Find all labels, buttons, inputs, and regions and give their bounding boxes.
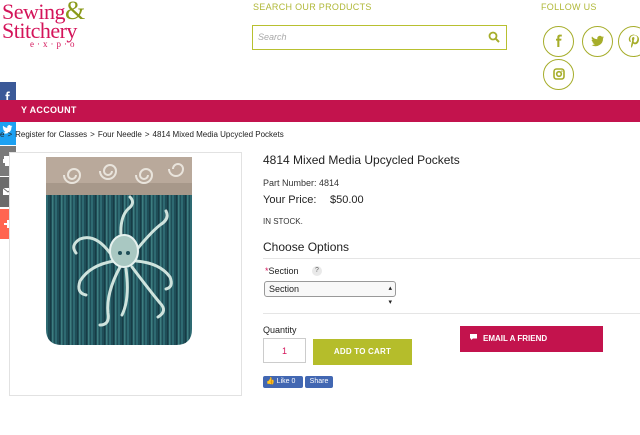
quantity-field — [263, 338, 306, 363]
breadcrumb: e > Register for Classes > Four Needle >4814 … — [0, 130, 284, 139]
facebook-like-label: Like 0 — [276, 378, 296, 385]
product-image[interactable] — [10, 153, 241, 395]
section-field-label: *Section — [265, 266, 299, 276]
search-input[interactable] — [253, 26, 478, 48]
price-label: Your Price: — [263, 194, 317, 206]
site-logo[interactable]: Sewing& Stitchery e·x·p·o — [2, 0, 112, 49]
breadcrumb-separator: > — [7, 130, 13, 139]
email-a-friend-button[interactable]: EMAIL A FRIEND — [460, 326, 603, 352]
stock-status: IN STOCK. — [263, 217, 303, 226]
divider — [263, 258, 640, 259]
facebook-icon[interactable] — [543, 26, 574, 57]
facebook-like-button[interactable]: 👍 Like 0 — [263, 376, 303, 388]
pinterest-icon[interactable] — [618, 26, 640, 57]
breadcrumb-separator: > — [90, 130, 95, 139]
divider — [263, 313, 640, 314]
quantity-input[interactable] — [264, 339, 305, 362]
breadcrumb-home[interactable]: e — [0, 130, 4, 139]
search-icon[interactable] — [488, 31, 500, 43]
help-icon[interactable]: ? — [312, 266, 322, 276]
facebook-share-button[interactable]: Share — [305, 376, 333, 388]
section-select-value: Section — [269, 284, 300, 294]
email-a-friend-label: EMAIL A FRIEND — [483, 334, 548, 343]
part-number: Part Number: 4814 — [263, 178, 340, 188]
logo-line-expo: e·x·p·o — [30, 39, 78, 49]
quantity-label: Quantity — [263, 325, 297, 335]
product-image-frame — [9, 152, 242, 396]
breadcrumb-register-for-classes[interactable]: Register for Classes — [15, 130, 87, 139]
add-to-cart-button[interactable]: ADD TO CART — [313, 339, 412, 365]
choose-options-heading: Choose Options — [263, 240, 350, 254]
product-title: 4814 Mixed Media Upcycled Pockets — [263, 153, 460, 167]
section-select[interactable]: Section ▴ ▾ — [264, 281, 396, 306]
select-arrows-icon: ▴ ▾ — [388, 285, 392, 306]
breadcrumb-four-needle[interactable]: Four Needle — [98, 130, 142, 139]
instagram-icon[interactable] — [543, 59, 574, 90]
thumbs-up-icon: 👍 — [266, 378, 275, 385]
comment-icon — [469, 326, 478, 352]
price-value: $50.00 — [330, 194, 364, 206]
nav-my-account[interactable]: Y ACCOUNT — [21, 105, 77, 115]
twitter-icon[interactable] — [582, 26, 613, 57]
breadcrumb-current: 4814 Mixed Media Upcycled Pockets — [152, 130, 284, 139]
section-label-text: Section — [268, 266, 299, 276]
search-heading: SEARCH OUR PRODUCTS — [253, 2, 372, 12]
follow-heading: FOLLOW US — [541, 2, 597, 12]
search-box — [252, 25, 507, 50]
breadcrumb-separator: > — [144, 130, 150, 139]
main-nav-bar: Y ACCOUNT — [0, 100, 640, 122]
